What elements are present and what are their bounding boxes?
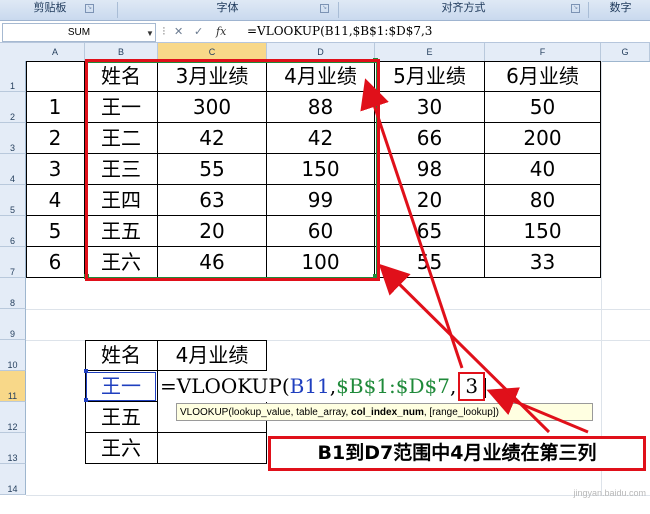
arrow-to-april-header — [360, 78, 464, 369]
arrow-to-col-index — [486, 387, 589, 434]
annotation-arrows — [360, 78, 589, 434]
annotation-callout: B1到D7范围中4月业绩在第三列 — [268, 436, 646, 471]
watermark: jingyan.baidu.com — [573, 488, 646, 498]
arrow-to-range — [378, 263, 551, 434]
